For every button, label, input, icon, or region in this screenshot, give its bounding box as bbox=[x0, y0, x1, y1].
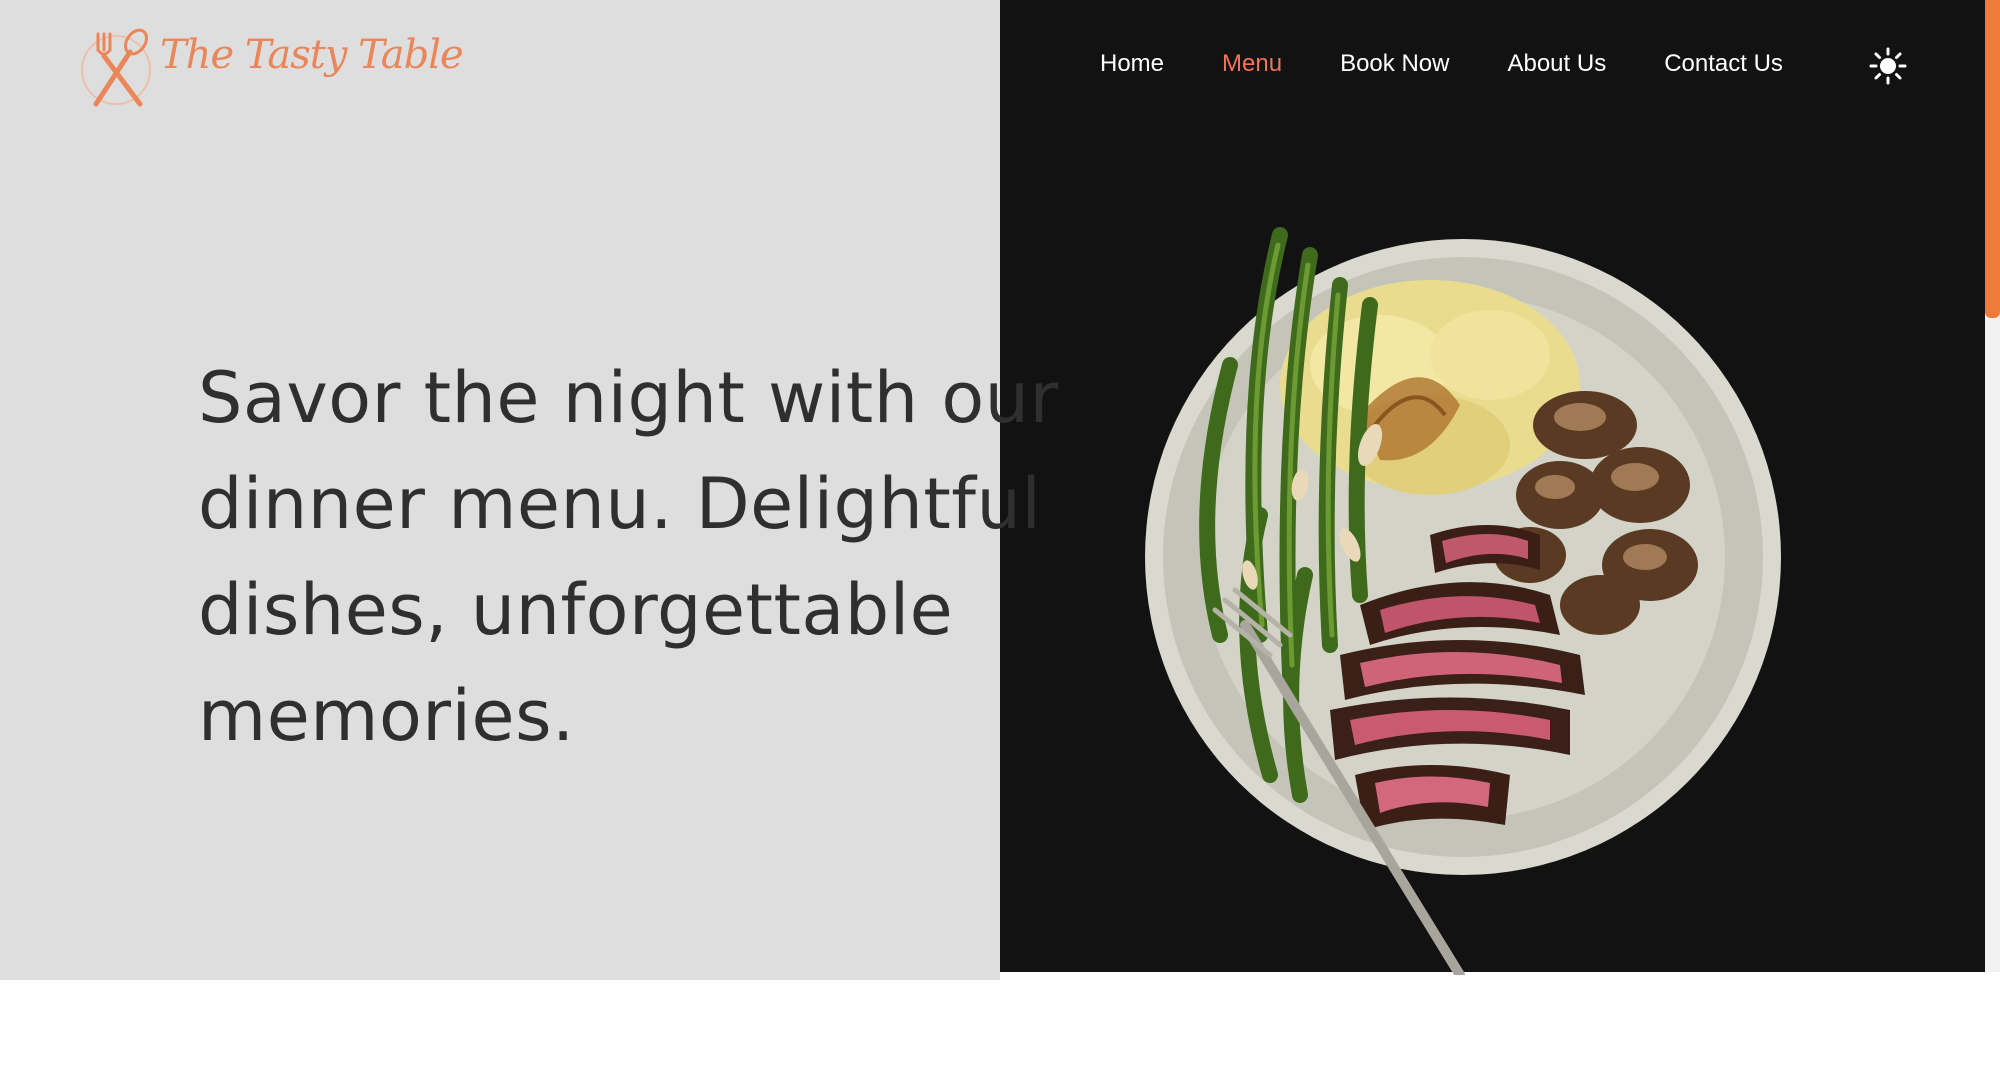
hero-headline: Savor the night with our dinner menu. De… bbox=[198, 357, 1059, 757]
theme-toggle-button[interactable] bbox=[1868, 46, 1908, 86]
nav-item-about-us[interactable]: About Us bbox=[1507, 50, 1606, 78]
brand-name: The Tasty Table bbox=[160, 32, 464, 78]
scrollbar-thumb[interactable] bbox=[1985, 0, 2000, 318]
hero-section: The Tasty Table Home Menu Book Now About… bbox=[0, 0, 2000, 980]
dinner-plate-image bbox=[1145, 227, 1781, 975]
nav-item-menu[interactable]: Menu bbox=[1222, 50, 1282, 78]
nav-item-book-now[interactable]: Book Now bbox=[1340, 50, 1449, 78]
nav-item-contact-us[interactable]: Contact Us bbox=[1664, 50, 1783, 78]
main-nav: Home Menu Book Now About Us Contact Us bbox=[1100, 44, 1841, 84]
sun-icon bbox=[1869, 47, 1907, 85]
page: The Tasty Table Home Menu Book Now About… bbox=[0, 0, 2000, 1080]
nav-item-home[interactable]: Home bbox=[1100, 50, 1164, 78]
brand-logo[interactable]: The Tasty Table bbox=[78, 20, 464, 112]
fork-spoon-logo-icon bbox=[81, 28, 151, 107]
